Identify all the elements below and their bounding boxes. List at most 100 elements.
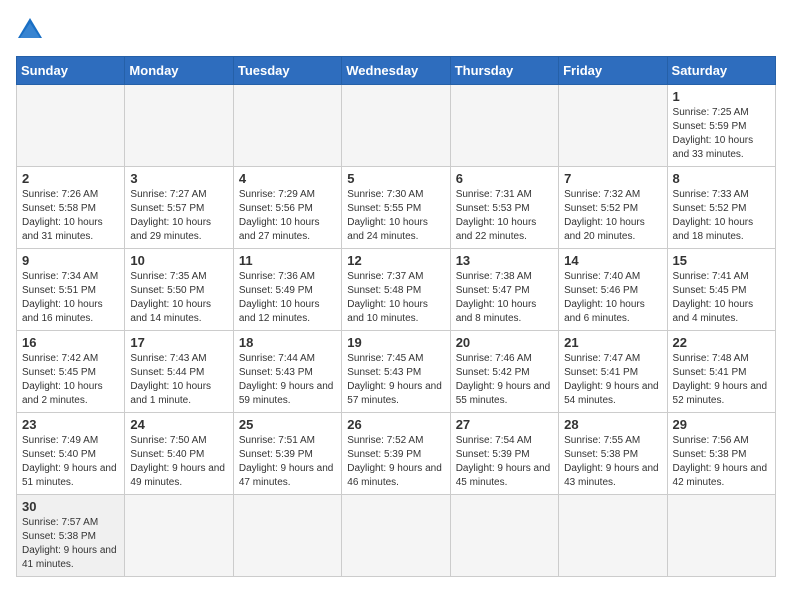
logo-icon — [16, 16, 44, 44]
calendar-cell: 8 Sunrise: 7:33 AM Sunset: 5:52 PM Daylig… — [667, 167, 775, 249]
calendar-cell: 7 Sunrise: 7:32 AM Sunset: 5:52 PM Daylig… — [559, 167, 667, 249]
calendar-cell: 30Sunrise: 7:57 AM Sunset: 5:38 PM Dayli… — [17, 495, 125, 577]
calendar-cell: 2 Sunrise: 7:26 AM Sunset: 5:58 PM Daylig… — [17, 167, 125, 249]
calendar-cell — [125, 495, 233, 577]
dow-header-tuesday: Tuesday — [233, 57, 341, 85]
day-info: Sunrise: 7:31 AM Sunset: 5:53 PM Dayligh… — [456, 188, 553, 244]
day-number: 8 — [673, 171, 770, 186]
day-info: Sunrise: 7:45 AM Sunset: 5:43 PM Dayligh… — [347, 352, 444, 408]
dow-header-saturday: Saturday — [667, 57, 775, 85]
calendar-cell: 13Sunrise: 7:38 AM Sunset: 5:47 PM Dayli… — [450, 249, 558, 331]
day-number: 2 — [22, 171, 119, 186]
day-info: Sunrise: 7:29 AM Sunset: 5:56 PM Dayligh… — [239, 188, 336, 244]
day-info: Sunrise: 7:40 AM Sunset: 5:46 PM Dayligh… — [564, 270, 661, 326]
day-info: Sunrise: 7:35 AM Sunset: 5:50 PM Dayligh… — [130, 270, 227, 326]
calendar-cell — [233, 495, 341, 577]
calendar-cell: 27Sunrise: 7:54 AM Sunset: 5:39 PM Dayli… — [450, 413, 558, 495]
calendar-cell: 11 Sunrise: 7:36 AM Sunset: 5:49 PM Dayli… — [233, 249, 341, 331]
week-row-1: 1Sunrise: 7:25 AM Sunset: 5:59 PM Daylig… — [17, 85, 776, 167]
calendar-cell: 10 Sunrise: 7:35 AM Sunset: 5:50 PM Dayli… — [125, 249, 233, 331]
days-of-week-row: SundayMondayTuesdayWednesdayThursdayFrid… — [17, 57, 776, 85]
dow-header-monday: Monday — [125, 57, 233, 85]
calendar-cell: 18 Sunrise: 7:44 AM Sunset: 5:43 PM Dayli… — [233, 331, 341, 413]
day-info: Sunrise: 7:34 AM Sunset: 5:51 PM Dayligh… — [22, 270, 119, 326]
day-number: 20 — [456, 335, 553, 350]
day-number: 7 — [564, 171, 661, 186]
day-info: Sunrise: 7:44 AM Sunset: 5:43 PM Dayligh… — [239, 352, 336, 408]
calendar-cell — [559, 495, 667, 577]
calendar-cell: 14Sunrise: 7:40 AM Sunset: 5:46 PM Dayli… — [559, 249, 667, 331]
calendar-cell — [17, 85, 125, 167]
calendar-cell: 5 Sunrise: 7:30 AM Sunset: 5:55 PM Daylig… — [342, 167, 450, 249]
day-info: Sunrise: 7:41 AM Sunset: 5:45 PM Dayligh… — [673, 270, 770, 326]
day-number: 17 — [130, 335, 227, 350]
day-info: Sunrise: 7:30 AM Sunset: 5:55 PM Dayligh… — [347, 188, 444, 244]
day-number: 18 — [239, 335, 336, 350]
calendar-cell — [233, 85, 341, 167]
day-number: 13 — [456, 253, 553, 268]
calendar-cell — [559, 85, 667, 167]
calendar-cell — [125, 85, 233, 167]
calendar-cell: 9 Sunrise: 7:34 AM Sunset: 5:51 PM Daylig… — [17, 249, 125, 331]
day-info: Sunrise: 7:47 AM Sunset: 5:41 PM Dayligh… — [564, 352, 661, 408]
day-info: Sunrise: 7:56 AM Sunset: 5:38 PM Dayligh… — [673, 434, 770, 490]
day-number: 11 — [239, 253, 336, 268]
day-info: Sunrise: 7:48 AM Sunset: 5:41 PM Dayligh… — [673, 352, 770, 408]
day-info: Sunrise: 7:36 AM Sunset: 5:49 PM Dayligh… — [239, 270, 336, 326]
day-number: 5 — [347, 171, 444, 186]
header — [16, 16, 776, 44]
day-number: 9 — [22, 253, 119, 268]
calendar-cell: 16 Sunrise: 7:42 AM Sunset: 5:45 PM Dayli… — [17, 331, 125, 413]
calendar-cell: 19 Sunrise: 7:45 AM Sunset: 5:43 PM Dayli… — [342, 331, 450, 413]
day-info: Sunrise: 7:33 AM Sunset: 5:52 PM Dayligh… — [673, 188, 770, 244]
day-number: 19 — [347, 335, 444, 350]
day-info: Sunrise: 7:43 AM Sunset: 5:44 PM Dayligh… — [130, 352, 227, 408]
day-number: 22 — [673, 335, 770, 350]
calendar-cell: 21 Sunrise: 7:47 AM Sunset: 5:41 PM Dayli… — [559, 331, 667, 413]
calendar-cell — [667, 495, 775, 577]
day-number: 28 — [564, 417, 661, 432]
calendar-cell: 15 Sunrise: 7:41 AM Sunset: 5:45 PM Dayli… — [667, 249, 775, 331]
week-row-3: 9 Sunrise: 7:34 AM Sunset: 5:51 PM Daylig… — [17, 249, 776, 331]
day-info: Sunrise: 7:52 AM Sunset: 5:39 PM Dayligh… — [347, 434, 444, 490]
calendar-cell: 26Sunrise: 7:52 AM Sunset: 5:39 PM Dayli… — [342, 413, 450, 495]
day-info: Sunrise: 7:54 AM Sunset: 5:39 PM Dayligh… — [456, 434, 553, 490]
calendar-cell — [342, 495, 450, 577]
calendar-cell: 25Sunrise: 7:51 AM Sunset: 5:39 PM Dayli… — [233, 413, 341, 495]
calendar-cell: 24 Sunrise: 7:50 AM Sunset: 5:40 PM Dayli… — [125, 413, 233, 495]
day-number: 29 — [673, 417, 770, 432]
calendar-cell: 3Sunrise: 7:27 AM Sunset: 5:57 PM Daylig… — [125, 167, 233, 249]
day-info: Sunrise: 7:57 AM Sunset: 5:38 PM Dayligh… — [22, 516, 119, 572]
day-number: 25 — [239, 417, 336, 432]
day-number: 23 — [22, 417, 119, 432]
dow-header-thursday: Thursday — [450, 57, 558, 85]
calendar-cell: 22 Sunrise: 7:48 AM Sunset: 5:41 PM Dayli… — [667, 331, 775, 413]
day-number: 24 — [130, 417, 227, 432]
calendar-cell: 17 Sunrise: 7:43 AM Sunset: 5:44 PM Dayli… — [125, 331, 233, 413]
day-number: 4 — [239, 171, 336, 186]
calendar: SundayMondayTuesdayWednesdayThursdayFrid… — [16, 56, 776, 577]
day-info: Sunrise: 7:27 AM Sunset: 5:57 PM Dayligh… — [130, 188, 227, 244]
day-number: 10 — [130, 253, 227, 268]
day-number: 15 — [673, 253, 770, 268]
calendar-cell — [450, 495, 558, 577]
day-info: Sunrise: 7:32 AM Sunset: 5:52 PM Dayligh… — [564, 188, 661, 244]
week-row-5: 23 Sunrise: 7:49 AM Sunset: 5:40 PM Dayli… — [17, 413, 776, 495]
calendar-cell: 12Sunrise: 7:37 AM Sunset: 5:48 PM Dayli… — [342, 249, 450, 331]
day-number: 6 — [456, 171, 553, 186]
day-info: Sunrise: 7:49 AM Sunset: 5:40 PM Dayligh… — [22, 434, 119, 490]
calendar-cell: 28Sunrise: 7:55 AM Sunset: 5:38 PM Dayli… — [559, 413, 667, 495]
day-info: Sunrise: 7:26 AM Sunset: 5:58 PM Dayligh… — [22, 188, 119, 244]
logo — [16, 16, 46, 44]
week-row-4: 16 Sunrise: 7:42 AM Sunset: 5:45 PM Dayli… — [17, 331, 776, 413]
day-number: 1 — [673, 89, 770, 104]
day-number: 21 — [564, 335, 661, 350]
calendar-cell: 23 Sunrise: 7:49 AM Sunset: 5:40 PM Dayli… — [17, 413, 125, 495]
day-info: Sunrise: 7:42 AM Sunset: 5:45 PM Dayligh… — [22, 352, 119, 408]
day-info: Sunrise: 7:46 AM Sunset: 5:42 PM Dayligh… — [456, 352, 553, 408]
day-number: 16 — [22, 335, 119, 350]
dow-header-friday: Friday — [559, 57, 667, 85]
day-info: Sunrise: 7:50 AM Sunset: 5:40 PM Dayligh… — [130, 434, 227, 490]
week-row-6: 30Sunrise: 7:57 AM Sunset: 5:38 PM Dayli… — [17, 495, 776, 577]
calendar-body: 1Sunrise: 7:25 AM Sunset: 5:59 PM Daylig… — [17, 85, 776, 577]
